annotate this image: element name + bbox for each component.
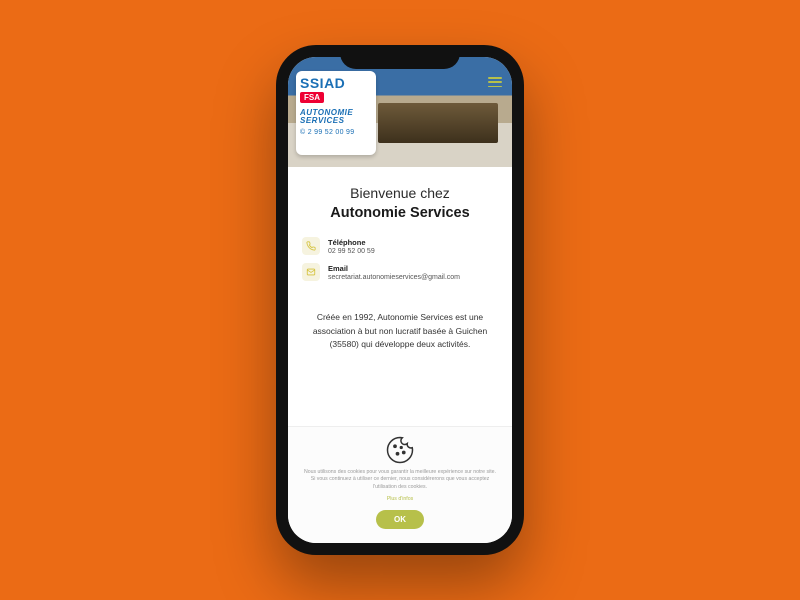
page-content: SSIAD FSA AUTONOMIE SERVICES © 2 99 52 0…: [288, 57, 512, 543]
building-sign: SSIAD FSA AUTONOMIE SERVICES © 2 99 52 0…: [296, 71, 376, 155]
phone-icon: [302, 237, 320, 255]
sign-phone: © 2 99 52 00 99: [300, 129, 372, 136]
phone-mockup: SSIAD FSA AUTONOMIE SERVICES © 2 99 52 0…: [276, 45, 524, 555]
hero-photo: SSIAD FSA AUTONOMIE SERVICES © 2 99 52 0…: [288, 57, 512, 167]
sign-fsa-badge: FSA: [300, 92, 324, 103]
email-icon: [302, 263, 320, 281]
phone-row: Téléphone 02 99 52 00 59: [302, 237, 498, 255]
cookie-more-link[interactable]: Plus d'infos: [302, 496, 498, 502]
hamburger-menu[interactable]: [488, 77, 502, 87]
cookie-icon: [385, 435, 415, 465]
phone-screen: SSIAD FSA AUTONOMIE SERVICES © 2 99 52 0…: [288, 57, 512, 543]
welcome-subtitle: Bienvenue chez: [300, 185, 500, 201]
intro-paragraph: Créée en 1992, Autonomie Services est un…: [288, 301, 512, 362]
page-headings: Bienvenue chez Autonomie Services: [288, 167, 512, 231]
phone-value[interactable]: 02 99 52 00 59: [328, 248, 375, 255]
email-value[interactable]: secretariat.autonomieservices@gmail.com: [328, 274, 460, 281]
contact-block: Téléphone 02 99 52 00 59 Email secretari…: [288, 231, 512, 301]
cookie-text: Nous utilisons des cookies pour vous gar…: [302, 469, 498, 492]
cookie-banner: Nous utilisons des cookies pour vous gar…: [288, 426, 512, 543]
sign-logo-text: SSIAD: [300, 75, 372, 91]
email-row: Email secretariat.autonomieservices@gmai…: [302, 263, 498, 281]
sign-company-name: AUTONOMIE SERVICES: [300, 109, 372, 125]
cookie-accept-button[interactable]: OK: [376, 510, 424, 529]
page-title: Autonomie Services: [300, 205, 500, 221]
email-label: Email: [328, 264, 460, 273]
phone-label: Téléphone: [328, 238, 375, 247]
phone-notch: [340, 45, 460, 69]
sign-name-line2: SERVICES: [300, 117, 372, 125]
